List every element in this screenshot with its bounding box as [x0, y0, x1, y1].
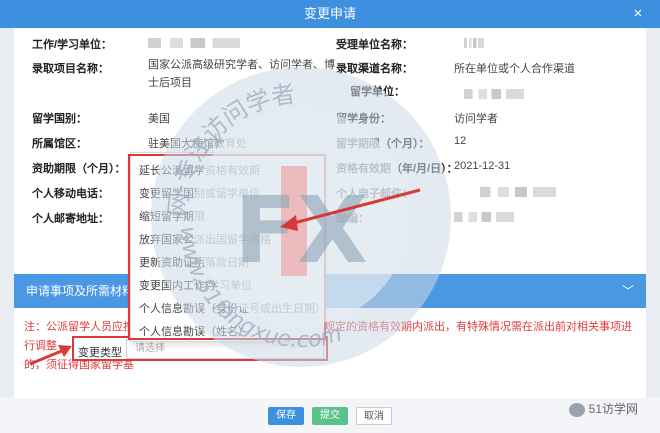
project-label: 录取项目名称：: [32, 63, 109, 75]
redacted-zip: [454, 212, 514, 222]
period-label: 留学期限（个月）：: [336, 138, 430, 150]
receiving-unit-label: 受理单位名称：: [336, 39, 413, 51]
redacted-work-unit: [148, 38, 240, 48]
applicant-info: 工作/学习单位： 受理单位名称： 录取项目名称： 国家公派高级研究学者、访问学者…: [14, 28, 646, 236]
brand-watermark: 51访学网: [568, 398, 638, 420]
requirements-section-header[interactable]: 申请事项及所需材料 ﹀: [14, 274, 646, 308]
status-value: 访问学者: [454, 113, 498, 125]
channel-value: 所在单位或个人合作渠道: [454, 63, 575, 75]
highlight-box-dropdown: [128, 154, 326, 340]
country-value: 美国: [148, 113, 170, 125]
submit-button[interactable]: 提交: [312, 407, 348, 425]
qualification-label: 资格有效期（年/月/日）：: [336, 163, 458, 175]
study-unit-label: 留学单位：: [350, 86, 405, 98]
dialog-title-bar: 变更申请 ×: [0, 0, 660, 28]
dialog-body: 工作/学习单位： 受理单位名称： 录取项目名称： 国家公派高级研究学者、访问学者…: [14, 28, 646, 398]
period-value: 12: [454, 135, 467, 147]
section-title: 申请事项及所需材料: [26, 284, 135, 298]
mobile-label: 个人移动电话：: [32, 188, 109, 200]
notice-line1: 注：公派留学人员应按: [24, 321, 134, 333]
dialog-title: 变更申请: [303, 6, 356, 21]
status-label: 留学身份：: [336, 113, 391, 125]
funding-period-label: 资助期限（个月）：: [32, 163, 126, 175]
qualification-value: 2021-12-31: [454, 160, 511, 172]
dialog-footer: 保存 提交 取消: [0, 398, 660, 433]
wechat-icon: [568, 402, 585, 417]
work-unit-label: 工作/学习单位：: [32, 39, 113, 51]
brand-name: 51访学网: [588, 402, 638, 416]
save-button[interactable]: 保存: [268, 407, 304, 425]
project-value: 国家公派高级研究学者、访问学者、博士后项目: [148, 59, 335, 89]
chevron-down-icon[interactable]: ﹀: [622, 274, 634, 308]
redacted-study-unit: [464, 89, 524, 99]
email-label: 个人电子邮件：: [336, 188, 413, 200]
close-icon[interactable]: ×: [630, 6, 646, 22]
redacted-receiving-unit: [464, 38, 484, 48]
redacted-email: [480, 187, 556, 197]
cancel-button[interactable]: 取消: [356, 407, 392, 425]
country-label: 留学国别：: [32, 113, 87, 125]
embassy-value: 驻美国大使馆教育处: [148, 138, 247, 150]
address-label: 个人邮寄地址：: [32, 213, 109, 225]
zip-label: 邮编：: [336, 213, 369, 225]
channel-label: 录取渠道名称：: [336, 63, 413, 75]
embassy-label: 所属馆区：: [32, 138, 87, 150]
